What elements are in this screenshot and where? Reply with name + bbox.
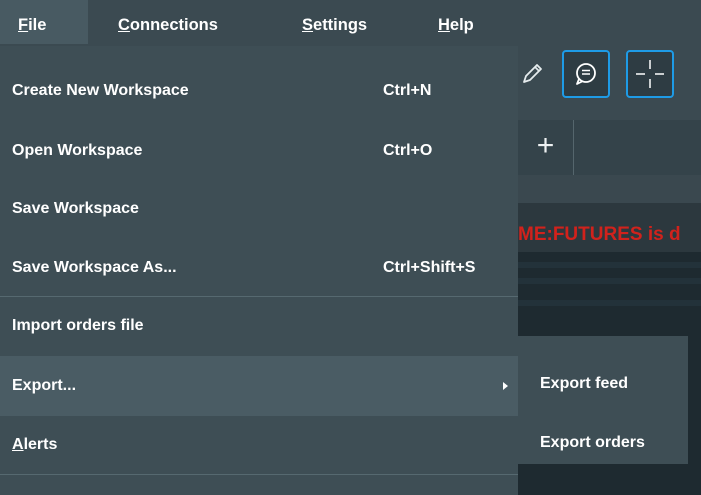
menu-file-mnemonic: F bbox=[18, 16, 29, 34]
menu-item-import-orders-file[interactable]: Import orders file bbox=[0, 296, 518, 356]
menu-item-label: Save Workspace bbox=[12, 200, 139, 217]
crosshair-icon bbox=[636, 60, 664, 88]
menu-item-mnemonic: A bbox=[12, 436, 24, 453]
submenu-item-export-orders[interactable]: Export orders bbox=[518, 413, 688, 473]
menu-item-shortcut: Ctrl+O bbox=[383, 142, 433, 159]
menu-help-label: elp bbox=[449, 16, 474, 34]
menu-item-export[interactable]: Export... bbox=[0, 356, 518, 416]
menu-settings[interactable]: Settings bbox=[280, 0, 408, 44]
menu-help[interactable]: Help bbox=[408, 0, 498, 44]
export-submenu: Export feed Export orders bbox=[518, 336, 688, 464]
menu-item-alerts[interactable]: Alerts bbox=[0, 415, 518, 475]
menu-item-shortcut: Ctrl+N bbox=[383, 82, 432, 99]
menu-item-label: Open Workspace bbox=[12, 142, 143, 159]
submenu-item-export-feed[interactable]: Export feed bbox=[518, 354, 688, 414]
file-menu: Create New Workspace Ctrl+N Open Workspa… bbox=[0, 46, 518, 495]
crosshair-button[interactable] bbox=[626, 50, 674, 98]
pencil-icon[interactable] bbox=[518, 60, 546, 88]
menu-item-create-new-workspace[interactable]: Create New Workspace Ctrl+N bbox=[0, 61, 518, 121]
menu-connections-label: onnections bbox=[129, 16, 218, 34]
menu-connections[interactable]: Connections bbox=[88, 0, 280, 44]
menu-separator bbox=[0, 474, 518, 475]
add-tab-button[interactable]: + bbox=[518, 120, 574, 175]
menu-item-save-workspace[interactable]: Save Workspace bbox=[0, 179, 518, 239]
menu-file-label: ile bbox=[28, 16, 47, 34]
menu-item-label-rest: lerts bbox=[23, 436, 58, 453]
panel-stripe bbox=[518, 300, 701, 306]
menu-item-label: Export... bbox=[12, 377, 77, 394]
menu-settings-label: ettings bbox=[313, 16, 368, 34]
sub-header-bar bbox=[518, 175, 701, 203]
menubar: File Connections Settings Help bbox=[0, 0, 701, 46]
menu-item-open-workspace[interactable]: Open Workspace Ctrl+O bbox=[0, 121, 518, 181]
menu-file[interactable]: File bbox=[0, 0, 88, 44]
alert-ticker: ME:FUTURES is d bbox=[518, 224, 681, 245]
panel-stripe bbox=[518, 262, 701, 268]
menu-item-save-workspace-as[interactable]: Save Workspace As... Ctrl+Shift+S bbox=[0, 238, 518, 298]
menu-item-label: Alerts bbox=[12, 436, 57, 453]
menu-connections-mnemonic: C bbox=[118, 16, 130, 34]
menu-item-shortcut: Ctrl+Shift+S bbox=[383, 259, 476, 276]
submenu-arrow-icon bbox=[503, 382, 508, 390]
menu-help-mnemonic: H bbox=[438, 16, 450, 34]
panel-stripe bbox=[518, 278, 701, 284]
chat-button[interactable] bbox=[562, 50, 610, 98]
menu-item-label: Create New Workspace bbox=[12, 82, 189, 99]
menu-item-label: Save Workspace As... bbox=[12, 259, 177, 276]
menu-settings-mnemonic: S bbox=[302, 16, 314, 34]
menu-item-label: Import orders file bbox=[12, 317, 144, 334]
chat-bubble-icon bbox=[576, 63, 596, 85]
